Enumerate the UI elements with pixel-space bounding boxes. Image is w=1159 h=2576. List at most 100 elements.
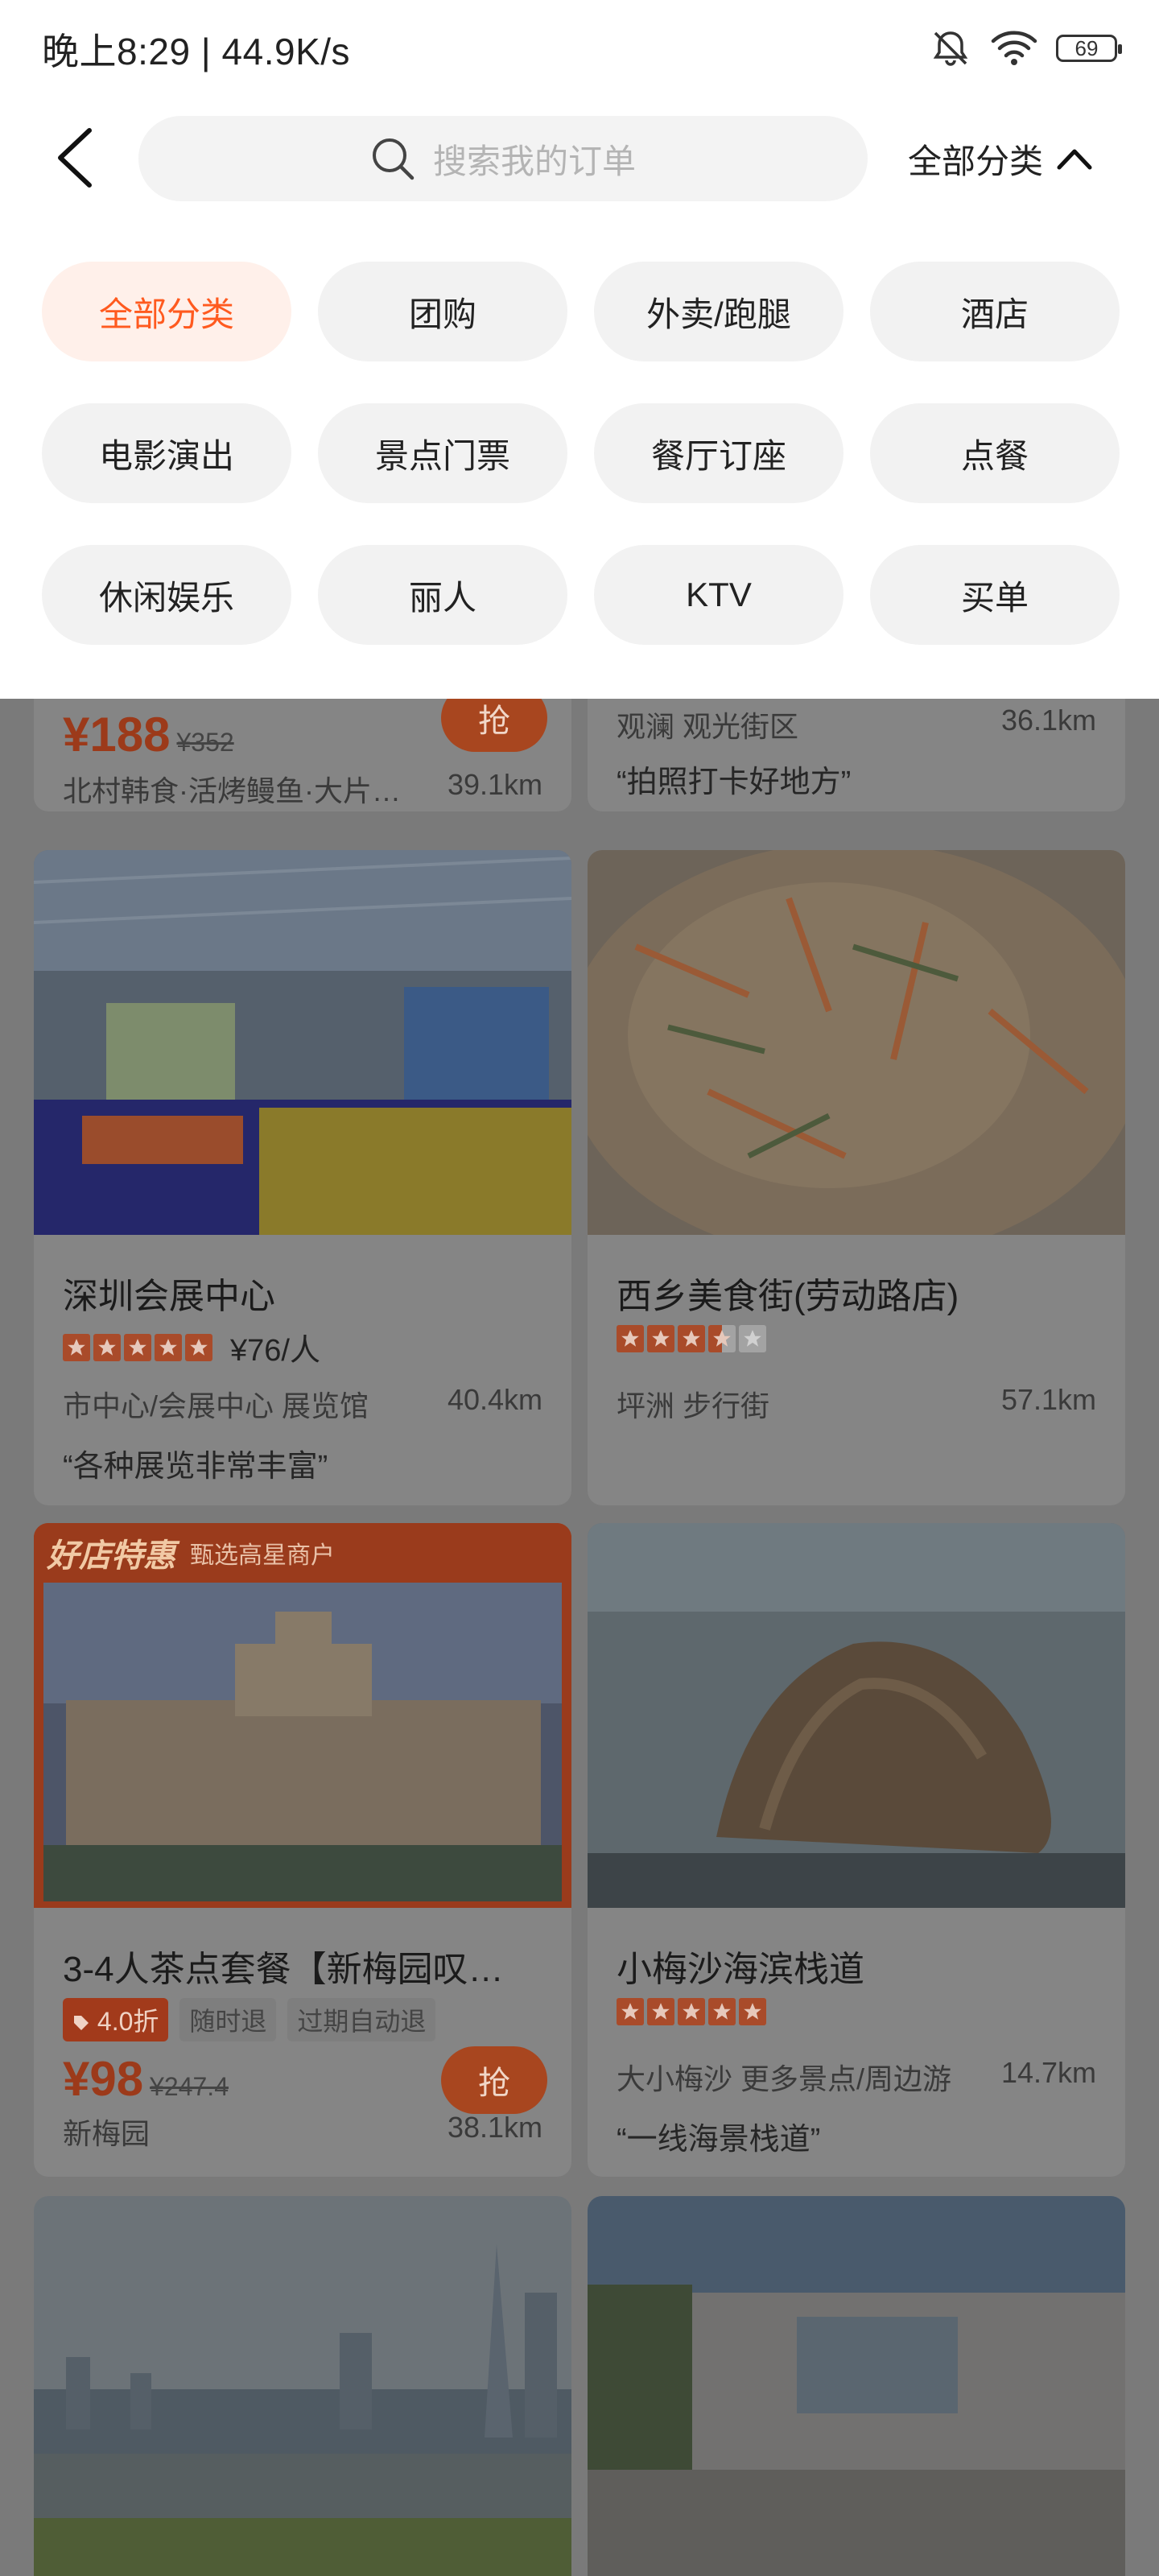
seaside-rock-photo	[588, 1523, 1125, 1908]
category-sheet: 晚上8:29 | 44.9K/s 69 搜索我的订单 全部分类 全部分类 团购 …	[0, 0, 1159, 699]
chip-hotel[interactable]: 酒店	[870, 262, 1120, 361]
status-time: 晚上8:29 | 44.9K/s	[42, 31, 351, 72]
discount-tag: 4.0折	[63, 1998, 169, 2041]
deal-price-value: ¥188	[63, 708, 171, 762]
place-card-seaside-boardwalk[interactable]: 小梅沙海滨栈道 大小梅沙 更多景点/周边游 14.7km “一线海景栈道”	[588, 1523, 1125, 2177]
place-card-convention-center[interactable]: 深圳会展中心 ¥76/人 市中心/会展中心 展览馆 40.4km “各种展览非常…	[34, 850, 571, 1505]
place-title: 深圳会展中心	[63, 1277, 275, 1316]
place-area: 市中心/会展中心 展览馆	[63, 1389, 369, 1422]
place-area: 观澜 观光街区	[617, 710, 799, 743]
museum-building-photo	[588, 2196, 1125, 2576]
category-toggle-label: 全部分类	[908, 142, 1044, 180]
chip-attraction-tickets[interactable]: 景点门票	[318, 403, 567, 503]
wifi-icon	[991, 31, 1037, 65]
food-street-photo	[588, 850, 1125, 1235]
deal-meta: 北村韩食·活烤鳗鱼·大片… 39.1km	[63, 768, 542, 810]
chevron-left-icon	[58, 128, 92, 188]
promo-banner-title: 好店特惠	[47, 1538, 175, 1574]
deal-name: 北村韩食·活烤鳗鱼·大片…	[63, 774, 401, 807]
category-toggle[interactable]: 全部分类	[908, 130, 1093, 187]
place-quote: “各种展览非常丰富”	[63, 1450, 328, 1484]
place-distance: 14.7km	[1000, 2056, 1096, 2089]
place-distance: 57.1km	[1000, 1383, 1096, 1416]
partial-place-card[interactable]: 观澜 观光街区 36.1km “拍照打卡好地方”	[588, 699, 1125, 811]
deal-distance: 38.1km	[447, 2111, 542, 2144]
tag-icon	[74, 2016, 89, 2030]
place-card-museum[interactable]	[588, 2196, 1125, 2576]
status-bar: 晚上8:29 | 44.9K/s 69	[0, 0, 1159, 97]
chip-pay-bill[interactable]: 买单	[870, 545, 1120, 645]
chip-all-categories[interactable]: 全部分类	[42, 262, 291, 361]
promo-banner: 好店特惠 甄选高星商户	[34, 1523, 571, 1583]
chip-group-buy[interactable]: 团购	[318, 262, 567, 361]
price-per-person: ¥76/人	[230, 1334, 320, 1368]
chip-restaurant-booking[interactable]: 餐厅订座	[594, 403, 843, 503]
chip-leisure[interactable]: 休闲娱乐	[42, 545, 291, 645]
search-placeholder: 搜索我的订单	[432, 142, 636, 180]
place-title: 小梅沙海滨栈道	[617, 1950, 864, 1989]
chip-ktv[interactable]: KTV	[594, 545, 843, 645]
status-icons: 69	[929, 24, 1122, 72]
chip-order-food[interactable]: 点餐	[870, 403, 1120, 503]
category-chip-grid: 全部分类 团购 外卖/跑腿 酒店 电影演出 景点门票 餐厅订座 点餐 休闲娱乐 …	[42, 262, 1120, 645]
star-icon	[617, 1325, 644, 1352]
auto-refund-tag: 过期自动退	[287, 1998, 436, 2041]
deal-price: ¥188 ¥352	[63, 707, 234, 762]
deal-meta: 新梅园 38.1km	[63, 2111, 542, 2153]
chip-movie-show[interactable]: 电影演出	[42, 403, 291, 503]
deal-title: 3-4人茶点套餐【新梅园叹…	[63, 1950, 504, 1989]
grab-button[interactable]: 抢	[441, 699, 547, 752]
deal-original-price: ¥247.4	[150, 2072, 229, 2101]
empty-star-icon	[739, 1325, 766, 1352]
deal-distance: 39.1km	[447, 768, 542, 801]
deal-price: ¥98 ¥247.4	[63, 2051, 229, 2107]
place-title: 西乡美食街(劳动路店)	[617, 1277, 959, 1316]
place-area: 坪洲 步行街	[617, 1389, 770, 1422]
star-icon	[647, 1325, 674, 1352]
rating-stars	[617, 1998, 766, 2025]
grab-button[interactable]: 抢	[441, 2046, 547, 2114]
battery-level: 69	[1074, 35, 1099, 60]
chip-takeout-errand[interactable]: 外卖/跑腿	[594, 262, 843, 361]
star-icon	[93, 1333, 121, 1361]
place-distance: 36.1km	[1000, 704, 1096, 737]
half-star-icon	[708, 1325, 736, 1352]
rating-stars	[617, 1325, 766, 1352]
place-quote: “一线海景栈道”	[617, 2123, 821, 2157]
search-navbar: 搜索我的订单 全部分类	[0, 113, 1159, 205]
refund-anytime-tag: 随时退	[179, 1998, 277, 2041]
star-icon	[678, 1998, 705, 2025]
mute-bell-icon	[933, 31, 968, 66]
rating-stars: ¥76/人	[63, 1325, 320, 1369]
place-meta: 大小梅沙 更多景点/周边游 14.7km	[617, 2056, 1096, 2098]
convention-center-photo	[34, 850, 571, 1235]
deal-original-price: ¥352	[176, 728, 234, 757]
star-icon	[63, 1333, 90, 1361]
back-button[interactable]	[42, 126, 106, 190]
place-distance: 40.4km	[447, 1383, 542, 1416]
deal-tags: 4.0折 随时退 过期自动退	[63, 1998, 436, 2041]
feed-overlay[interactable]: ¥188 ¥352 北村韩食·活烤鳗鱼·大片… 39.1km 抢 观澜 观光街区 …	[0, 699, 1159, 2576]
place-quote: “拍照打卡好地方”	[617, 766, 852, 799]
place-card-food-street[interactable]: 西乡美食街(劳动路店) 坪洲 步行街 57.1km	[588, 850, 1125, 1505]
place-meta: 坪洲 步行街 57.1km	[617, 1383, 1096, 1425]
search-input[interactable]: 搜索我的订单	[138, 116, 868, 201]
place-area: 大小梅沙 更多景点/周边游	[617, 2062, 952, 2095]
chip-beauty[interactable]: 丽人	[318, 545, 567, 645]
place-meta: 观澜 观光街区 36.1km	[617, 704, 1096, 745]
chevron-up-icon	[1057, 149, 1092, 170]
place-card-city-skyline[interactable]	[34, 2196, 571, 2576]
discount-tag-label: 4.0折	[97, 2007, 159, 2036]
star-icon	[739, 1998, 766, 2025]
partial-deal-card[interactable]: ¥188 ¥352 北村韩食·活烤鳗鱼·大片… 39.1km 抢	[34, 699, 571, 811]
deal-card-tea-set[interactable]: 好店特惠 甄选高星商户 3-4人茶点套餐【新梅园叹… 4.0折 随时退 过期自动…	[34, 1523, 571, 2177]
deal-shop: 新梅园	[63, 2117, 151, 2150]
star-icon	[678, 1325, 705, 1352]
battery-indicator: 69	[1056, 35, 1122, 62]
promo-banner-subtitle: 甄选高星商户	[190, 1542, 335, 1569]
star-icon	[617, 1998, 644, 2025]
search-icon	[372, 138, 415, 180]
star-icon	[185, 1333, 212, 1361]
star-icon	[708, 1998, 736, 2025]
place-meta: 市中心/会展中心 展览馆 40.4km	[63, 1383, 542, 1425]
